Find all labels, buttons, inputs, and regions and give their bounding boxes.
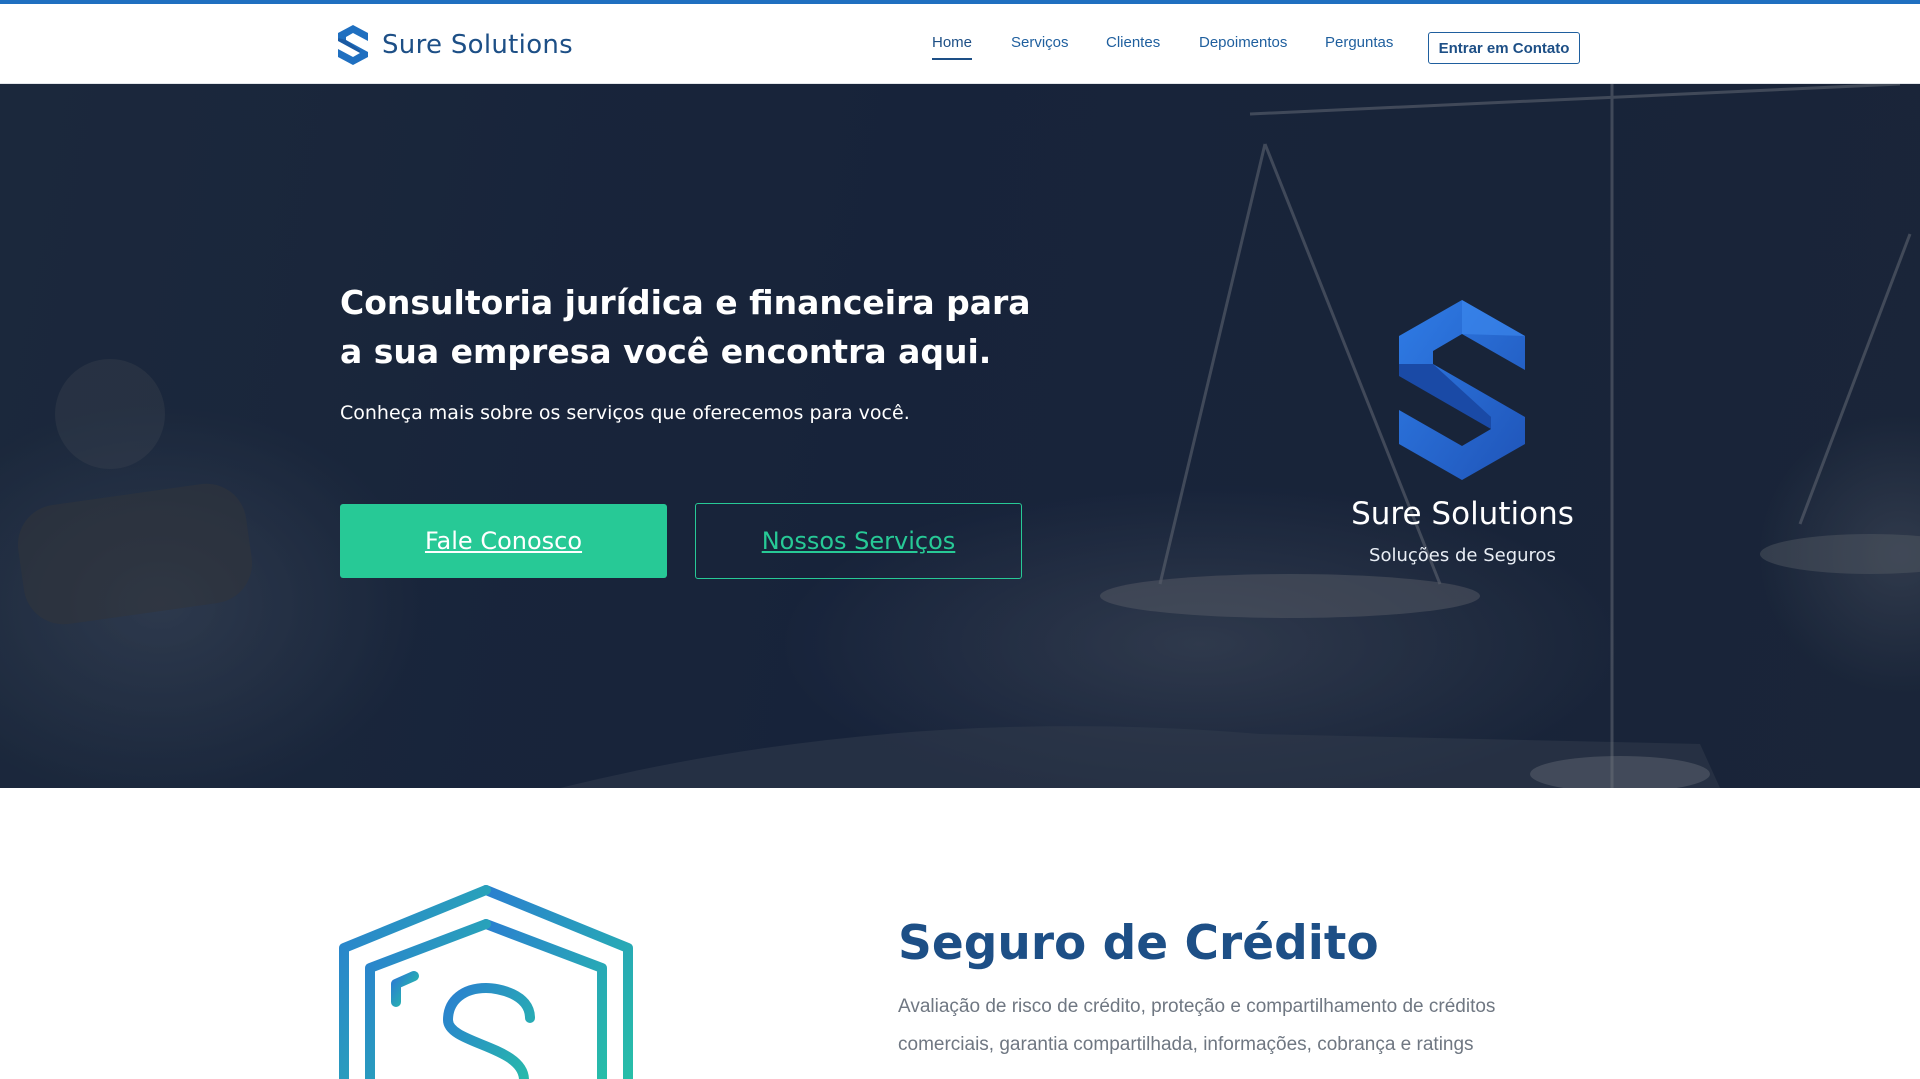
main-nav: Home Serviços Clientes Depoimentos Pergu… bbox=[0, 34, 1920, 64]
contact-us-button[interactable]: Fale Conosco bbox=[340, 504, 667, 578]
hero-section: Consultoria jurídica e financeira para a… bbox=[0, 84, 1920, 788]
hero-brand-tagline: Soluções de Seguros bbox=[1369, 545, 1556, 566]
nav-home[interactable]: Home bbox=[932, 34, 973, 60]
s-logo-icon bbox=[1399, 300, 1525, 480]
nav-perguntas[interactable]: Perguntas bbox=[1325, 34, 1393, 51]
service-section: Seguro de Crédito Avaliação de risco de … bbox=[0, 788, 1920, 1079]
hero-logo: Sure Solutions Soluções de Seguros bbox=[1340, 300, 1585, 566]
nav-clientes[interactable]: Clientes bbox=[1106, 34, 1160, 51]
hero-brand-name: Sure Solutions bbox=[1351, 496, 1574, 532]
service-title: Seguro de Crédito bbox=[898, 916, 1379, 971]
site-header: Sure Solutions Home Serviços Clientes De… bbox=[0, 4, 1920, 84]
nav-depoimentos[interactable]: Depoimentos bbox=[1199, 34, 1287, 51]
shield-dollar-icon bbox=[339, 885, 633, 1079]
nav-servicos[interactable]: Serviços bbox=[1011, 34, 1069, 51]
our-services-button[interactable]: Nossos Serviços bbox=[695, 503, 1022, 579]
hero-background-image bbox=[0, 84, 1920, 788]
hero-title: Consultoria jurídica e financeira para a… bbox=[340, 283, 1031, 371]
hero-subtitle: Conheça mais sobre os serviços que ofere… bbox=[340, 402, 910, 424]
contact-button[interactable]: Entrar em Contato bbox=[1428, 32, 1580, 64]
service-description: Avaliação de risco de crédito, proteção … bbox=[898, 996, 1496, 1055]
